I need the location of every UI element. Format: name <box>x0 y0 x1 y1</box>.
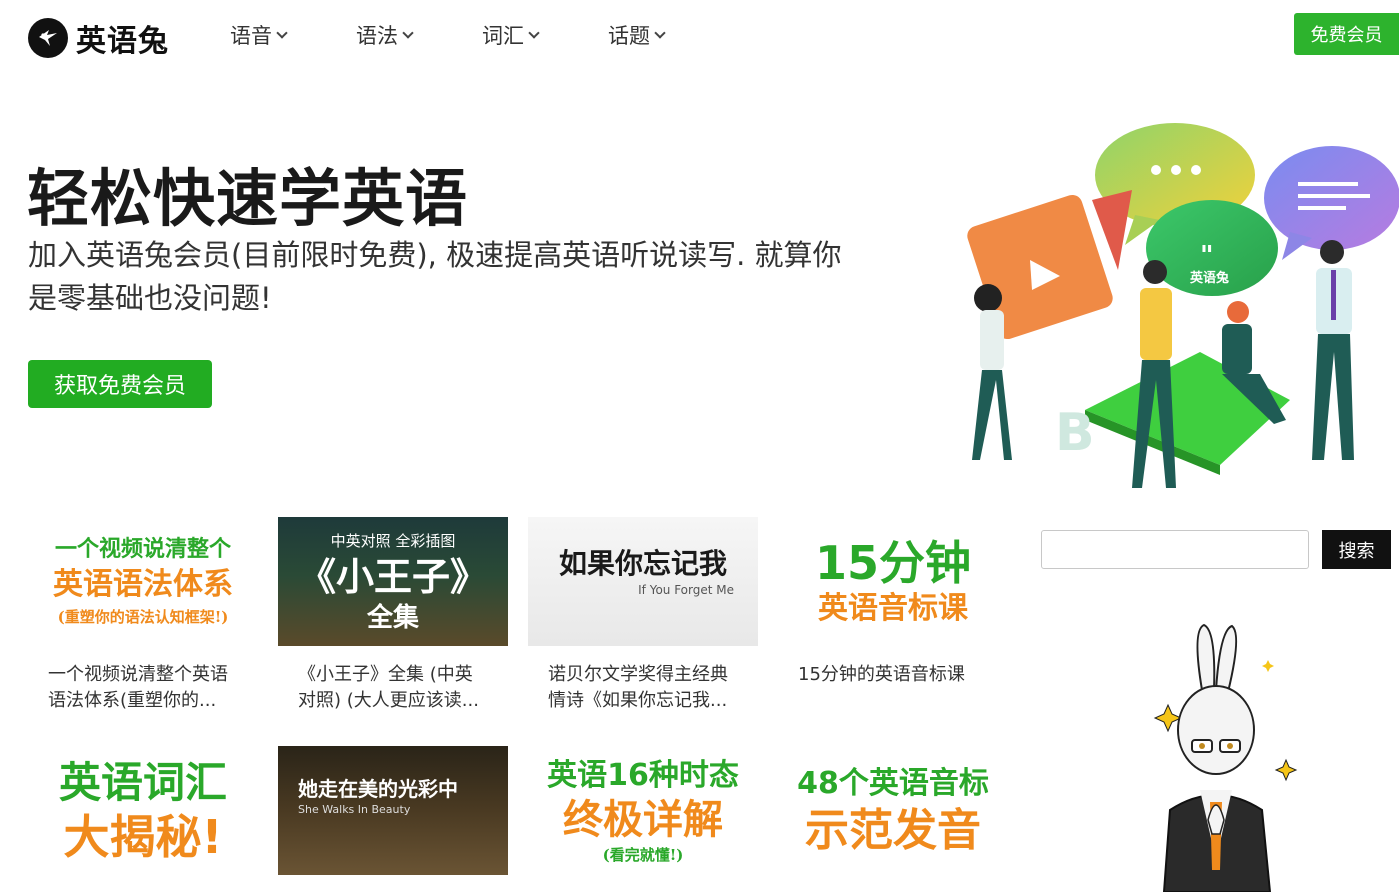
course-title[interactable]: 一个视频说清整个英语语法体系(重塑你的... <box>28 662 238 714</box>
thumb-line: 她走在美的光彩中 <box>298 777 458 801</box>
thumb-line: 英语音标课 <box>818 590 968 626</box>
course-thumbnail[interactable]: 她走在美的光彩中 She Walks In Beauty <box>278 746 508 875</box>
course-thumbnail[interactable]: 如果你忘记我 If You Forget Me <box>528 517 758 646</box>
get-membership-button[interactable]: 获取免费会员 <box>28 360 212 408</box>
sparkle-icon <box>1274 758 1298 782</box>
course-card[interactable]: 15分钟 英语音标课 15分钟的英语音标课 <box>778 517 1008 714</box>
nav-item-phonetics[interactable]: 语音 <box>230 20 356 50</box>
course-thumbnail[interactable]: 48个英语音标 示范发音 <box>778 746 1008 875</box>
svg-text:B: B <box>1055 403 1095 463</box>
course-thumbnail[interactable]: 英语16种时态 终极详解 (看完就懂!) <box>528 746 758 875</box>
thumb-line: 全集 <box>366 602 419 633</box>
course-card[interactable]: 中英对照 全彩插图 《小王子》 全集 《小王子》全集 (中英对照) (大人更应该… <box>278 517 508 714</box>
course-card[interactable]: 如果你忘记我 If You Forget Me 诺贝尔文学奖得主经典情诗《如果你… <box>528 517 758 714</box>
nav-label: 话题 <box>608 24 650 48</box>
course-title[interactable]: 诺贝尔文学奖得主经典情诗《如果你忘记我... <box>528 662 738 714</box>
illustration-label: 英语兔 <box>1189 270 1229 286</box>
nav-label: 语音 <box>230 24 272 48</box>
main-nav: 语音 语法 词汇 话题 <box>230 20 734 50</box>
site-logo[interactable]: 英语兔 <box>28 16 169 60</box>
nav-item-grammar[interactable]: 语法 <box>356 20 482 50</box>
course-thumbnail[interactable]: 一个视频说清整个 英语语法体系 (重塑你的语法认知框架!) <box>28 517 258 646</box>
chevron-down-icon <box>402 26 414 39</box>
thumb-line: 大揭秘! <box>63 809 223 864</box>
thumb-line: She Walks In Beauty <box>298 803 411 816</box>
hero-subtitle: 加入英语兔会员(目前限时免费), 极速提高英语听说读写. 就算你是零基础也没问题… <box>28 238 842 315</box>
course-title[interactable]: 15分钟的英语音标课 <box>778 662 988 714</box>
hero-illustration: 英语兔 " B <box>967 123 1399 488</box>
thumb-line: (看完就懂!) <box>602 845 684 864</box>
logo-text: 英语兔 <box>76 24 169 59</box>
free-membership-button[interactable]: 免费会员 <box>1294 13 1399 55</box>
thumb-line: 《小王子》 <box>297 553 488 599</box>
top-navbar: 英语兔 语音 语法 词汇 话题 免费会员 <box>0 0 1399 72</box>
thumb-line: 英语语法体系 <box>53 566 233 602</box>
course-title[interactable]: 《小王子》全集 (中英对照) (大人更应该读... <box>278 662 488 714</box>
course-thumbnail[interactable]: 中英对照 全彩插图 《小王子》 全集 <box>278 517 508 646</box>
chevron-down-icon <box>654 26 666 39</box>
hero-title: 轻松快速学英语 <box>27 162 469 235</box>
nav-label: 词汇 <box>482 24 524 48</box>
nav-item-topics[interactable]: 话题 <box>608 20 734 50</box>
thumb-line: 48个英语音标 <box>797 765 989 801</box>
thumb-line: 一个视频说清整个 <box>54 536 231 562</box>
thumb-line: 英语16种时态 <box>547 757 739 793</box>
search-button[interactable]: 搜索 <box>1322 530 1391 569</box>
thumb-line: If You Forget Me <box>638 582 734 597</box>
chevron-down-icon <box>528 26 540 39</box>
thumb-line: 英语词汇 <box>58 757 227 807</box>
thumb-line: (重塑你的语法认知框架!) <box>57 607 229 626</box>
nav-label: 语法 <box>356 24 398 48</box>
course-card[interactable]: 一个视频说清整个 英语语法体系 (重塑你的语法认知框架!) 一个视频说清整个英语… <box>28 517 258 714</box>
chevron-down-icon <box>276 26 288 39</box>
course-card[interactable]: 英语词汇 大揭秘! <box>28 746 258 875</box>
thumb-line: 示范发音 <box>805 804 981 856</box>
rabbit-mascot-illustration <box>1153 623 1298 892</box>
svg-text:": " <box>1200 241 1214 271</box>
thumb-line: 中英对照 全彩插图 <box>330 531 456 550</box>
thumb-line: 15分钟 <box>814 535 971 590</box>
course-thumbnail[interactable]: 15分钟 英语音标课 <box>778 517 1008 646</box>
search-input[interactable] <box>1041 530 1309 569</box>
course-card[interactable]: 48个英语音标 示范发音 <box>778 746 1008 875</box>
thumb-line: 如果你忘记我 <box>558 546 727 580</box>
course-card[interactable]: 英语16种时态 终极详解 (看完就懂!) <box>528 746 758 875</box>
rabbit-logo-icon <box>28 18 68 58</box>
thumb-line: 终极详解 <box>563 796 723 843</box>
course-card[interactable]: 她走在美的光彩中 She Walks In Beauty <box>278 746 508 875</box>
nav-item-vocabulary[interactable]: 词汇 <box>482 20 608 50</box>
course-thumbnail[interactable]: 英语词汇 大揭秘! <box>28 746 258 875</box>
